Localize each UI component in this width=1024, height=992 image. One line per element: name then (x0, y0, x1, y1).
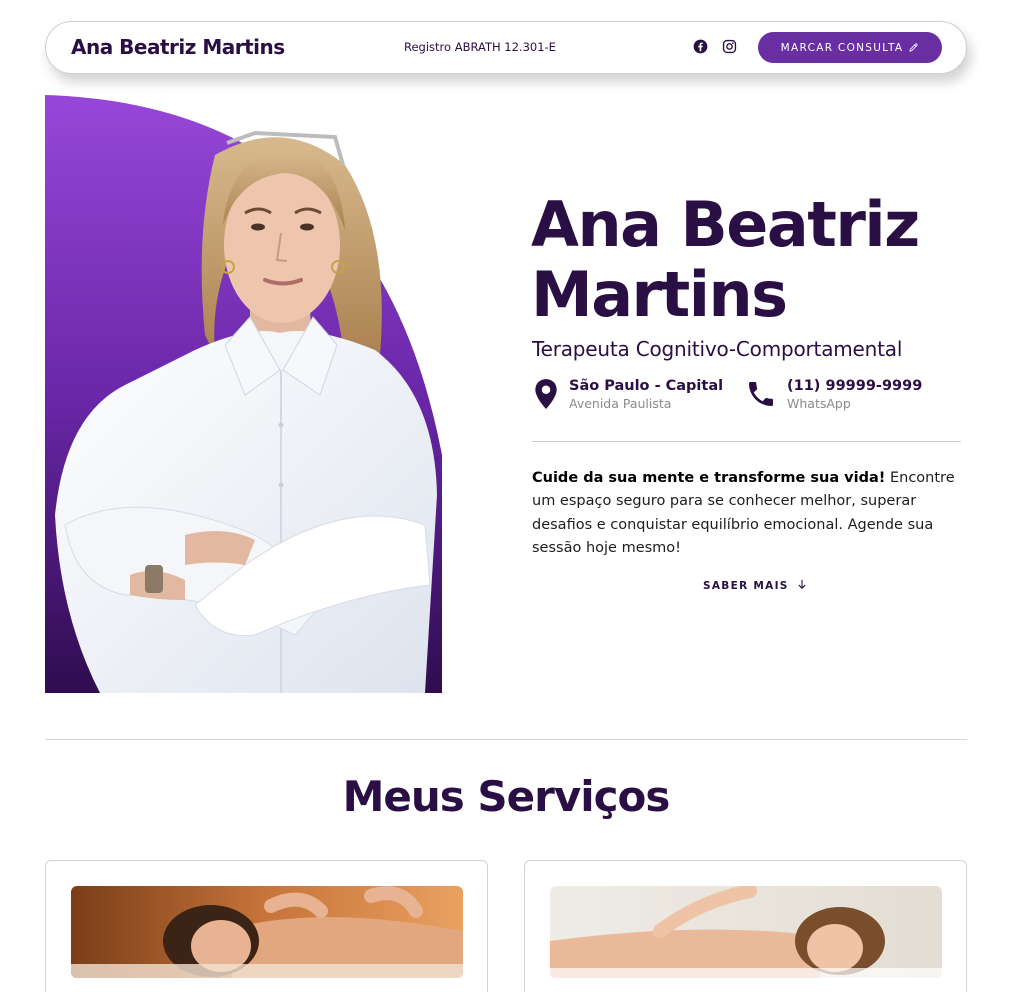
pencil-icon (909, 43, 918, 52)
location-title: São Paulo - Capital (569, 378, 724, 394)
nav-registro: Registro ABRATH 12.301-E (404, 40, 556, 54)
saber-mais-label: SABER MAIS (703, 580, 789, 592)
instagram-icon[interactable] (722, 39, 737, 54)
map-pin-icon (535, 379, 557, 409)
cta-label: MARCAR CONSULTA (780, 41, 904, 54)
hero-desc-bold: Cuide da sua mente e transforme sua vida… (532, 470, 886, 486)
hero-name-line-2: Martins (531, 258, 788, 331)
hero-divider (532, 441, 961, 442)
contact-phone[interactable]: (11) 99999-9999 WhatsApp (745, 378, 922, 411)
contact-location: São Paulo - Capital Avenida Paulista (533, 378, 723, 411)
phone-title: (11) 99999-9999 (787, 378, 923, 394)
service-card[interactable] (45, 860, 488, 992)
section-divider (45, 739, 967, 740)
facebook-icon[interactable] (693, 39, 708, 54)
hero-photo (45, 95, 442, 693)
saber-mais-link[interactable]: SABER MAIS (703, 579, 807, 592)
services-title: Meus Serviços (342, 772, 671, 821)
navbar: Ana Beatriz Martins Registro ABRATH 12.3… (45, 21, 967, 74)
service-card[interactable] (524, 860, 967, 992)
hero-name-line-1: Ana Beatriz (531, 188, 920, 261)
hero-role: Terapeuta Cognitivo-Comportamental (532, 337, 903, 361)
service-card-image (71, 886, 463, 978)
phone-sub: WhatsApp (787, 396, 851, 411)
nav-brand[interactable]: Ana Beatriz Martins (71, 35, 285, 59)
arrow-down-icon (798, 579, 806, 589)
location-sub: Avenida Paulista (569, 396, 672, 411)
service-card-image (550, 886, 942, 978)
hero-description: Cuide da sua mente e transforme sua vida… (532, 467, 964, 560)
phone-icon (749, 382, 773, 406)
marcar-consulta-button[interactable]: MARCAR CONSULTA (758, 32, 942, 63)
hero-name: Ana Beatriz Martins (531, 190, 971, 330)
